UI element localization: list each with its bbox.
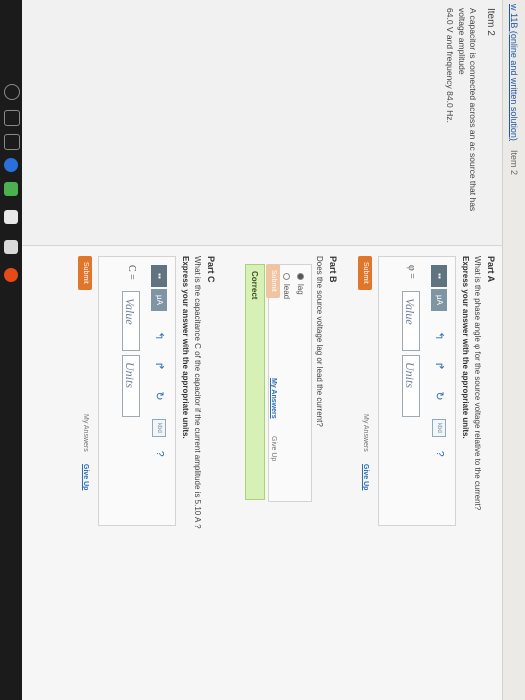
browser-icon[interactable] <box>4 158 18 172</box>
keyboard-icon[interactable]: kbd <box>432 419 447 437</box>
redo-icon[interactable]: ↱ <box>152 359 166 373</box>
part-b-submit-button[interactable]: Submit <box>266 264 280 298</box>
templates-button[interactable]: ▪▪ <box>431 265 448 287</box>
radio-lag[interactable]: lag <box>296 273 305 295</box>
part-b-title: Part B <box>328 256 338 283</box>
problem-line-2: 64.0 V and frequency 84.0 Hz. <box>445 8 456 123</box>
part-b-give-up[interactable]: Give Up <box>270 436 277 461</box>
undo-icon[interactable]: ↰ <box>152 329 166 343</box>
radio-empty-icon <box>282 273 290 280</box>
item-heading: Item 2 <box>485 8 496 36</box>
grid-icon[interactable] <box>4 240 18 254</box>
problem-line-1: A capacitor is connected across an ac so… <box>456 8 478 212</box>
part-c-title: Part C <box>206 256 216 283</box>
units-button[interactable]: μA <box>151 289 168 311</box>
device-bezel <box>0 0 22 700</box>
part-a-give-up[interactable]: Give Up <box>362 464 369 490</box>
help-icon[interactable]: ? <box>434 451 445 457</box>
part-a-value-input[interactable]: Value <box>402 291 420 351</box>
screen: w 11B (online and written solution) Item… <box>22 0 525 700</box>
part-a-my-answers[interactable]: My Answers <box>362 414 369 452</box>
tab-item-2[interactable]: Item 2 <box>509 150 519 175</box>
capacitance-label: C = <box>126 265 137 280</box>
phi-label: φ = <box>406 265 417 279</box>
problem-text: A capacitor is connected across an ac so… <box>444 8 478 238</box>
part-a-toolbar: ▪▪μA ↰ ↱ ↻ kbd? <box>431 265 448 457</box>
radio-selected-icon <box>296 273 304 280</box>
part-c-submit-button[interactable]: Submit <box>78 256 92 290</box>
part-a-submit-button[interactable]: Submit <box>358 256 372 290</box>
part-c-value-input[interactable]: Value <box>122 291 140 351</box>
correct-banner: Correct <box>245 264 265 500</box>
chrome-icon[interactable] <box>4 268 18 282</box>
undo-icon[interactable]: ↰ <box>432 329 446 343</box>
breadcrumb[interactable]: w 11B (online and written solution) <box>509 4 519 141</box>
part-a-units-input[interactable]: Units <box>402 355 420 417</box>
app-icon[interactable] <box>4 182 18 196</box>
part-a-instruction: Express your answer with the appropriate… <box>461 256 470 439</box>
part-c-answer-box: ▪▪μA ↰ ↱ ↻ kbd? C = Value Units <box>98 256 176 526</box>
square-icon <box>4 134 20 150</box>
radio-lead[interactable]: lead <box>282 273 291 299</box>
part-a-title: Part A <box>486 256 496 283</box>
part-c-question: What is the capacitance C of the capacit… <box>193 256 202 529</box>
part-c-give-up[interactable]: Give Up <box>82 464 89 490</box>
help-icon[interactable]: ? <box>154 451 165 457</box>
part-c-my-answers[interactable]: My Answers <box>82 414 89 452</box>
units-button[interactable]: μA <box>431 289 448 311</box>
problem-panel: Item 2 A capacitor is connected across a… <box>22 0 502 246</box>
rotated-page: w 11B (online and written solution) Item… <box>22 0 525 700</box>
part-a-question: What is the phase angle φ for the source… <box>473 256 482 511</box>
questions-panel: Part A What is the phase angle φ for the… <box>22 246 502 700</box>
reset-icon[interactable]: ↻ <box>152 389 166 403</box>
top-bar: w 11B (online and written solution) Item… <box>502 0 525 700</box>
reset-icon[interactable]: ↻ <box>432 389 446 403</box>
app-icon[interactable] <box>4 210 18 224</box>
part-c-units-input[interactable]: Units <box>122 355 140 417</box>
square-icon <box>4 110 20 126</box>
part-c-toolbar: ▪▪μA ↰ ↱ ↻ kbd? <box>151 265 168 457</box>
redo-icon[interactable]: ↱ <box>432 359 446 373</box>
part-b-my-answers[interactable]: My Answers <box>270 378 277 419</box>
circle-icon <box>4 84 20 100</box>
part-b-question: Does the source voltage lag or lead the … <box>315 256 324 427</box>
part-c-instruction: Express your answer with the appropriate… <box>181 256 190 439</box>
keyboard-icon[interactable]: kbd <box>152 419 167 437</box>
templates-button[interactable]: ▪▪ <box>151 265 168 287</box>
part-a-answer-box: ▪▪μA ↰ ↱ ↻ kbd? φ = Value Units <box>378 256 456 526</box>
